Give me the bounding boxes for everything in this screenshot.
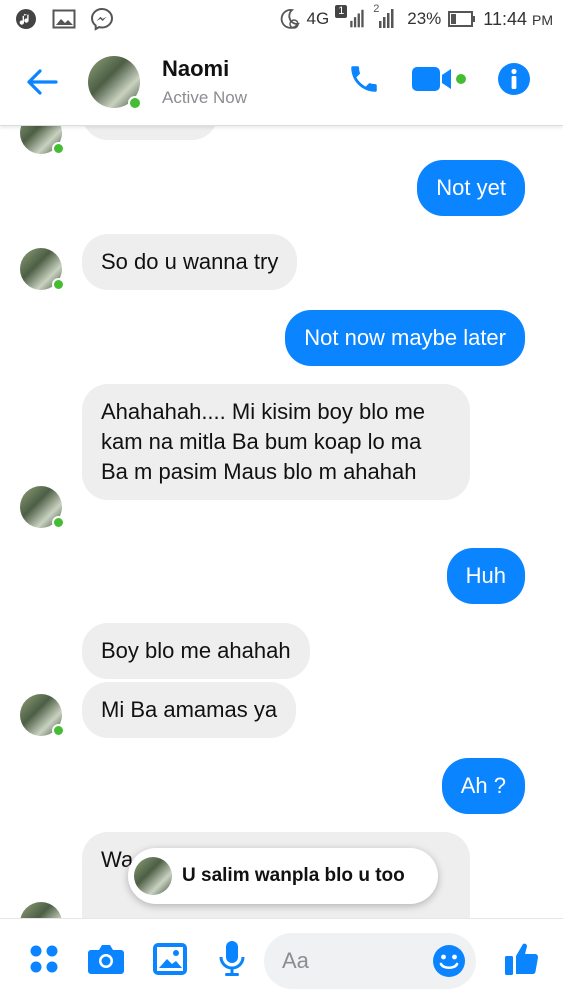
network-type: 4G <box>306 9 330 28</box>
alarm-icon <box>277 7 301 31</box>
online-indicator <box>52 278 65 291</box>
like-button[interactable] <box>502 939 542 979</box>
microphone-icon <box>219 941 245 976</box>
apps-icon <box>30 945 58 973</box>
message-bubble-incoming[interactable]: Ahahahah.... Mi kisim boy blo me kam na … <box>82 384 470 500</box>
video-call-button[interactable] <box>411 64 467 99</box>
sender-avatar <box>20 902 62 918</box>
online-indicator <box>52 724 65 737</box>
online-indicator <box>52 142 65 155</box>
toast-text: U salim wanpla blo u too <box>182 865 405 886</box>
thumbs-up-icon <box>505 943 539 975</box>
status-bar: 4G 1 2 23% 11:44 PM <box>0 0 563 38</box>
sim1-badge: 1 <box>335 5 348 18</box>
online-indicator <box>128 95 142 110</box>
contact-info[interactable]: Naomi Active Now <box>162 56 247 108</box>
message-bubble-incoming[interactable]: Boy blo me ahahah <box>82 623 310 679</box>
message-bubble-outgoing[interactable]: Ah ? <box>441 758 525 814</box>
message-input-container[interactable] <box>264 933 476 989</box>
new-message-toast[interactable]: U salim wanpla blo u too <box>128 848 438 904</box>
contact-avatar[interactable] <box>88 55 142 110</box>
video-camera-icon <box>412 67 466 91</box>
message-thread[interactable]: Not yet So do u wanna try Not now maybe … <box>0 126 563 918</box>
sender-avatar <box>20 126 65 155</box>
message-bubble-incoming[interactable]: So do u wanna try <box>82 234 298 290</box>
battery-icon <box>447 7 477 31</box>
message-bubble-outgoing[interactable]: Huh <box>446 548 525 604</box>
camera-button[interactable] <box>86 939 126 979</box>
emoji-icon <box>433 945 465 977</box>
contact-status: Active Now <box>162 87 248 107</box>
gallery-button[interactable] <box>150 939 190 979</box>
gallery-notification-icon <box>52 7 76 31</box>
signal-sim2-icon: 2 <box>371 3 401 31</box>
voice-call-button[interactable] <box>347 62 381 101</box>
message-bubble-outgoing[interactable]: Not yet <box>417 160 525 216</box>
clock-time: 11:44 PM <box>483 8 553 29</box>
sender-avatar <box>20 248 65 291</box>
conversation-header: Naomi Active Now <box>0 38 563 126</box>
back-button[interactable] <box>24 64 60 100</box>
info-icon <box>498 63 530 95</box>
battery-percent: 23% <box>407 9 442 28</box>
gallery-icon <box>153 943 187 975</box>
message-bubble-partial <box>82 126 218 140</box>
sender-avatar <box>20 486 65 529</box>
message-bubble-outgoing[interactable]: Not now maybe later <box>285 310 525 366</box>
message-bubble-incoming[interactable]: Mi Ba amamas ya <box>82 682 297 738</box>
back-arrow-icon <box>27 68 58 95</box>
sender-avatar <box>20 694 65 737</box>
composer-bar <box>0 918 563 1000</box>
signal-sim1-icon: 1 <box>335 5 365 31</box>
conversation-info-button[interactable] <box>497 62 531 101</box>
online-indicator <box>52 516 65 529</box>
messenger-notification-icon <box>90 7 114 31</box>
sim2-badge: 2 <box>373 3 380 15</box>
phone-icon <box>351 66 377 92</box>
apps-button[interactable] <box>24 939 64 979</box>
camera-icon <box>88 945 124 974</box>
toast-avatar <box>134 857 172 895</box>
contact-name: Naomi <box>162 55 230 81</box>
music-app-icon <box>14 7 38 31</box>
message-input[interactable] <box>282 948 422 974</box>
voice-message-button[interactable] <box>212 939 252 979</box>
emoji-button[interactable] <box>432 944 466 983</box>
